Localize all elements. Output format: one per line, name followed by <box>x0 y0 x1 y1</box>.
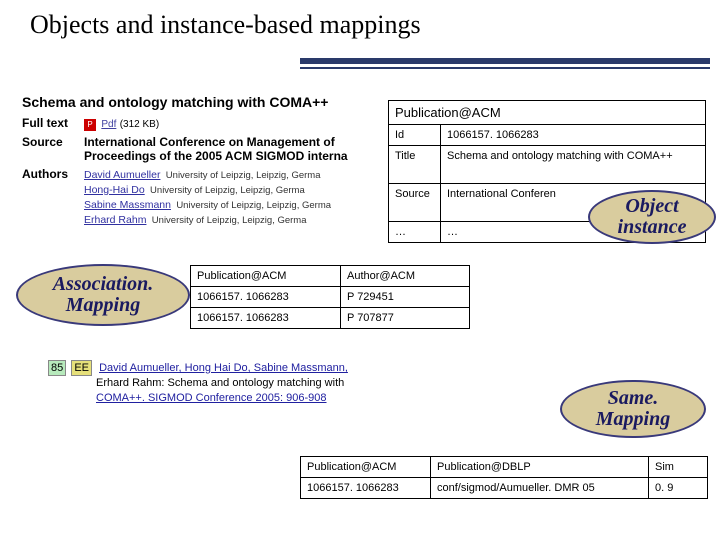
citation-block: Schema and ontology matching with COMA++… <box>22 94 412 231</box>
cell: 1066157. 1066283 <box>191 287 341 307</box>
association-mapping-label: Association. Mapping <box>16 264 190 326</box>
pdf-link[interactable]: Pdf <box>101 119 116 130</box>
dblp-text3[interactable]: COMA++. SIGMOD Conference 2005: 906-908 <box>96 392 327 404</box>
author-affil: University of Leipzig, Leipzig, Germa <box>152 215 307 226</box>
same-mapping-table: Publication@ACM Publication@DBLP Sim 106… <box>300 456 708 499</box>
cell-key: Id <box>389 125 441 145</box>
cell-key: … <box>389 222 441 242</box>
oval-line1: Same. <box>608 388 659 409</box>
title-rule <box>300 58 710 64</box>
cell-val: 1066157. 1066283 <box>441 125 705 145</box>
dblp-ee-link[interactable]: EE <box>71 360 92 376</box>
cell: P 707877 <box>341 308 469 328</box>
author-affil: University of Leipzig, Leipzig, Germa <box>176 200 331 211</box>
author-name[interactable]: Erhard Rahm <box>84 214 146 226</box>
author-name[interactable]: Hong-Hai Do <box>84 184 145 196</box>
source-line2: Proceedings of the 2005 ACM SIGMOD inter… <box>84 149 412 163</box>
oval-line2: instance <box>618 217 687 238</box>
table-row: 1066157. 1066283 P 729451 <box>191 287 469 308</box>
citation-title: Schema and ontology matching with COMA++ <box>22 94 412 110</box>
author-row: David Aumueller University of Leipzig, L… <box>84 167 412 181</box>
source-label: Source <box>22 135 84 163</box>
author-affil: University of Leipzig, Leipzig, Germa <box>166 170 321 181</box>
dblp-text2: Erhard Rahm: Schema and ontology matchin… <box>96 377 344 389</box>
dblp-text1[interactable]: David Aumueller, Hong Hai Do, Sabine Mas… <box>99 362 348 374</box>
header-cell: Publication@DBLP <box>431 457 649 477</box>
cell: 1066157. 1066283 <box>191 308 341 328</box>
oval-line2: Mapping <box>596 409 670 430</box>
oval-line1: Object <box>625 196 678 217</box>
cell-val: Schema and ontology matching with COMA++ <box>441 146 705 183</box>
header-cell: Author@ACM <box>341 266 469 286</box>
author-row: Sabine Massmann University of Leipzig, L… <box>84 197 412 211</box>
header-cell: Publication@ACM <box>191 266 341 286</box>
cell: 0. 9 <box>649 478 707 498</box>
table-header-row: Publication@ACM Author@ACM <box>191 266 469 287</box>
pdf-size: (312 KB) <box>120 119 159 130</box>
author-name[interactable]: Sabine Massmann <box>84 199 171 211</box>
dblp-index: 85 <box>48 360 66 376</box>
header-cell: Sim <box>649 457 707 477</box>
table-row: 1066157. 1066283 conf/sigmod/Aumueller. … <box>301 478 707 498</box>
oval-line2: Mapping <box>66 295 140 316</box>
table-header-row: Publication@ACM Publication@DBLP Sim <box>301 457 707 478</box>
pubacm-header: Publication@ACM <box>389 101 705 125</box>
slide-title: Objects and instance-based mappings <box>0 0 720 48</box>
title-rule-thin <box>300 67 710 69</box>
source-line1: International Conference on Management o… <box>84 135 412 149</box>
table-row: Id 1066157. 1066283 <box>389 125 705 146</box>
pdf-icon: P <box>84 119 96 131</box>
author-name[interactable]: David Aumueller <box>84 169 160 181</box>
author-row: Hong-Hai Do University of Leipzig, Leipz… <box>84 182 412 196</box>
header-cell: Publication@ACM <box>301 457 431 477</box>
table-row: Title Schema and ontology matching with … <box>389 146 705 184</box>
cell: conf/sigmod/Aumueller. DMR 05 <box>431 478 649 498</box>
author-affil: University of Leipzig, Leipzig, Germa <box>150 185 305 196</box>
cell-key: Source <box>389 184 441 221</box>
cell: 1066157. 1066283 <box>301 478 431 498</box>
same-mapping-label: Same. Mapping <box>560 380 706 438</box>
association-table: Publication@ACM Author@ACM 1066157. 1066… <box>190 265 470 329</box>
fulltext-label: Full text <box>22 116 84 131</box>
table-row: 1066157. 1066283 P 707877 <box>191 308 469 328</box>
cell: P 729451 <box>341 287 469 307</box>
cell-key: Title <box>389 146 441 183</box>
author-row: Erhard Rahm University of Leipzig, Leipz… <box>84 212 412 226</box>
dblp-entry: 85 EE David Aumueller, Hong Hai Do, Sabi… <box>48 360 418 405</box>
object-instance-label: Object instance <box>588 190 716 244</box>
oval-line1: Association. <box>53 274 154 295</box>
authors-label: Authors <box>22 167 84 227</box>
